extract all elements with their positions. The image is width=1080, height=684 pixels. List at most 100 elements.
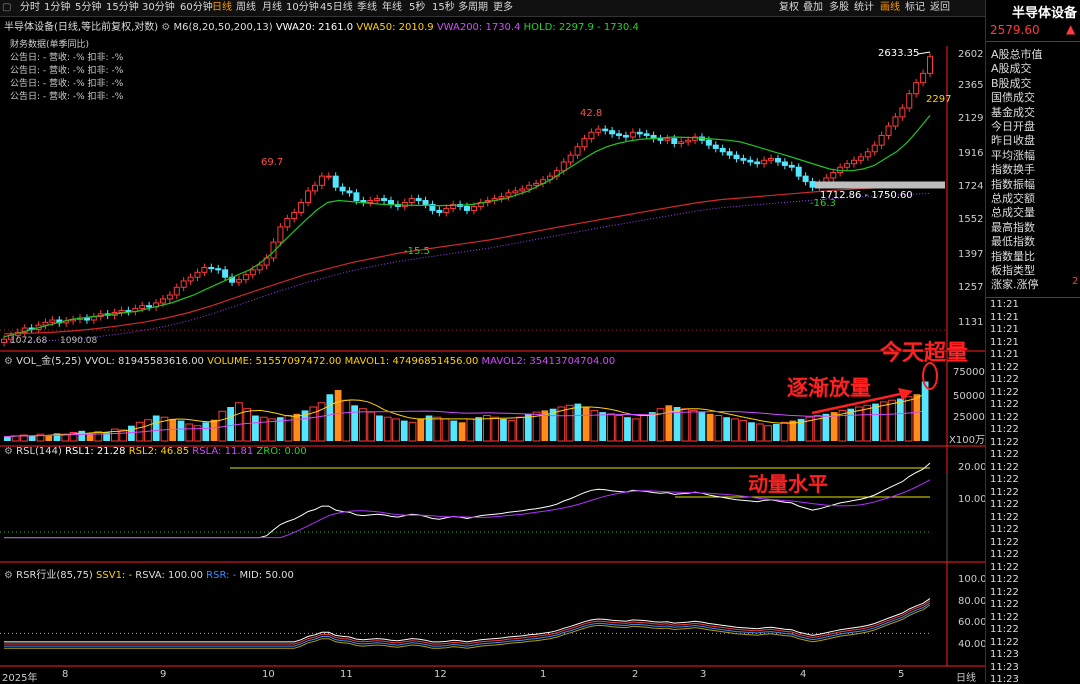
volume-bar <box>500 418 507 441</box>
tick-time: 11:21 <box>990 349 1019 360</box>
volume-bar <box>408 421 417 442</box>
candle-body <box>850 159 857 165</box>
tick-time: 11:21 <box>990 324 1019 335</box>
volume-bar <box>359 408 367 442</box>
volume-bar <box>227 407 234 441</box>
settings-icon[interactable]: ⚙ <box>161 22 170 33</box>
vol-name: VOL_金(5,25) <box>16 356 82 367</box>
rsr-tick: 60.00 <box>958 617 987 628</box>
period-tab-3[interactable]: 15分钟 <box>106 1 139 15</box>
settings-icon[interactable]: ⚙ <box>4 570 13 581</box>
toolbar-button-0[interactable]: 复权 <box>779 1 799 15</box>
volume-bar <box>913 394 921 441</box>
period-tab-16[interactable]: 更多 <box>493 1 513 15</box>
volume-bar <box>582 407 590 441</box>
period-tab-14[interactable]: 15秒 <box>432 1 455 15</box>
volume-bar <box>557 406 566 442</box>
rsl-tick: 20.00 <box>958 462 987 473</box>
chart-area[interactable] <box>0 16 985 682</box>
volume-tick: 50000 <box>953 391 985 402</box>
candle-body <box>318 175 325 186</box>
volume-bar <box>648 412 656 441</box>
period-tab-9[interactable]: 10分钟 <box>286 1 319 15</box>
tick-time: 11:22 <box>990 361 1019 373</box>
period-tab-0[interactable]: 分时 <box>20 1 40 15</box>
rsr-value: RSR: - <box>206 570 237 581</box>
candle-body <box>284 218 291 228</box>
volume-bar <box>458 422 466 441</box>
candle-body <box>809 181 816 188</box>
candle-body <box>173 286 180 296</box>
candle-body <box>235 279 242 283</box>
candle-body <box>733 154 740 160</box>
volume-bar <box>376 415 383 441</box>
toolbar-button-3[interactable]: 统计 <box>854 1 874 15</box>
candle-body <box>242 274 249 281</box>
period-tab-15[interactable]: 多周期 <box>458 1 488 15</box>
volume-bar <box>780 421 789 442</box>
volume-bar <box>615 415 624 442</box>
toolbar-button-2[interactable]: 多股 <box>829 1 849 15</box>
volume-bar <box>772 424 780 441</box>
sidebar-title: 半导体设备 <box>1012 6 1078 21</box>
volume-bar <box>855 406 863 442</box>
volume-bar <box>284 415 293 442</box>
volume-bar <box>739 420 748 442</box>
period-tab-10[interactable]: 45日线 <box>320 1 353 15</box>
period-tab-5[interactable]: 60分钟 <box>180 1 213 15</box>
rsva-value: RSVA: 100.00 <box>135 570 203 581</box>
period-tab-4[interactable]: 30分钟 <box>142 1 175 15</box>
candle-body <box>332 175 339 188</box>
period-tab-6[interactable]: 日线 <box>212 1 232 15</box>
period-tab-2[interactable]: 5分钟 <box>75 1 101 15</box>
volume-bar <box>326 394 334 441</box>
finance-row: 公告日: - 营收: -% 扣非: -% <box>10 92 124 102</box>
period-tab-8[interactable]: 月线 <box>262 1 282 15</box>
candle-body <box>381 198 388 202</box>
candle-body <box>602 128 609 132</box>
candle-body <box>387 200 394 205</box>
period-tab-7[interactable]: 周线 <box>236 1 256 15</box>
candle-body <box>864 151 871 158</box>
vwa20-value: VWA20: 2161.0 <box>275 22 354 33</box>
volume-bar <box>748 422 755 441</box>
trough-label: -15.5 <box>404 246 430 257</box>
month-label: 10 <box>262 669 275 680</box>
toolbar-button-4[interactable]: 画线 <box>880 1 900 15</box>
settings-icon[interactable]: ⚙ <box>4 356 13 367</box>
candle-body <box>740 158 747 161</box>
tick-time: 11:22 <box>990 536 1019 548</box>
volume-bar <box>342 399 351 442</box>
window-icon[interactable]: ▢ <box>2 1 11 15</box>
candle-body <box>339 186 346 192</box>
price-tick: 2365 <box>958 80 984 91</box>
month-label: 12 <box>434 669 447 680</box>
sidebar-right-digit: 2 <box>1072 276 1079 288</box>
toolbar-button-5[interactable]: 标记 <box>905 1 925 15</box>
period-tab-13[interactable]: 5秒 <box>409 1 425 15</box>
tick-time: 11:22 <box>990 411 1019 423</box>
settings-icon[interactable]: ⚙ <box>4 446 13 457</box>
volume-bar <box>367 411 376 442</box>
month-label: 8 <box>62 669 69 680</box>
tick-time: 11:22 <box>990 574 1019 585</box>
volume-bar <box>450 420 458 441</box>
price-tick: 1131 <box>958 317 984 328</box>
rsr-tick: 40.00 <box>958 639 987 650</box>
candle-body <box>581 138 588 148</box>
sidebar-item-16[interactable]: 涨家.涨停 <box>991 276 1039 292</box>
candle-body <box>857 156 864 161</box>
toolbar-button-1[interactable]: 叠加 <box>803 1 823 15</box>
tick-time: 11:22 <box>990 624 1019 635</box>
candle-body <box>913 82 920 95</box>
period-tab-12[interactable]: 年线 <box>382 1 402 15</box>
period-tab-1[interactable]: 1分钟 <box>44 1 70 15</box>
month-label: 11 <box>340 669 353 680</box>
toolbar-button-6[interactable]: 返回 <box>930 1 950 15</box>
volume-bar <box>524 413 532 441</box>
candle-body <box>768 158 775 161</box>
volume-tick: 75000 <box>953 367 985 378</box>
candle-body <box>609 130 616 135</box>
period-tab-11[interactable]: 季线 <box>357 1 377 15</box>
volume-bar <box>185 423 194 442</box>
